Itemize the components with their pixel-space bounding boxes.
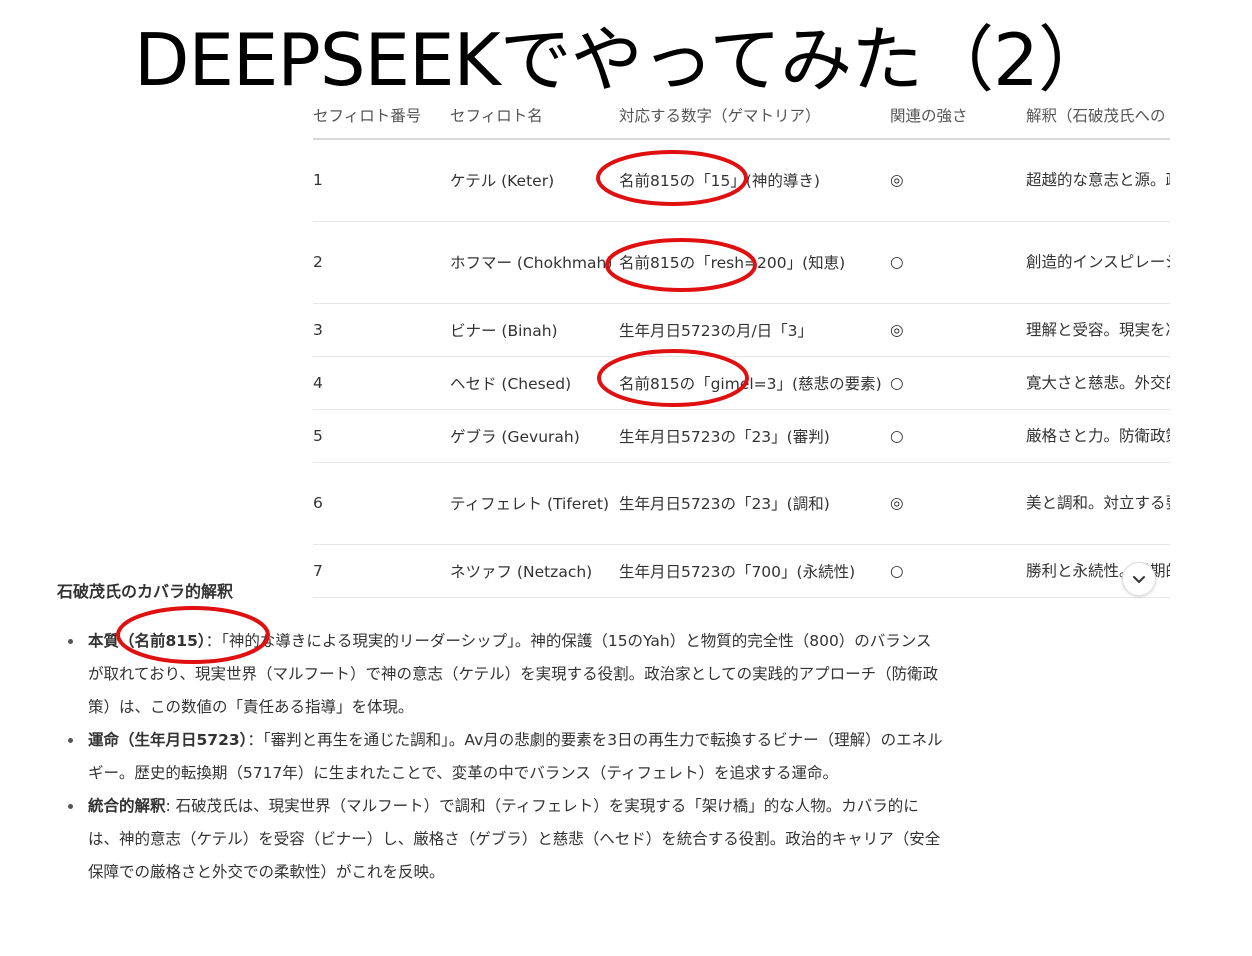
table-row: 1 ケテル (Keter) 名前815の「15」(神的導き) ◎ 超越的な意志と… — [313, 139, 1170, 222]
cell-name: ホフマー (Chokhmah) — [450, 221, 619, 304]
cell-number: 3 — [313, 303, 450, 357]
cell-interpretation: 美と調和。対立する要素を統合する中心的なエネルギー。 — [1026, 462, 1170, 545]
sephirot-table: セフィロト番号 セフィロト名 対応する数字（ゲマトリア） 関連の強さ 解釈（石破… — [313, 92, 1170, 598]
cell-number: 7 — [313, 544, 450, 598]
cell-gematria: 生年月日5723の月/日「3」 — [619, 303, 890, 357]
cell-strength: ○ — [890, 221, 1026, 304]
item-text: ：「神的な導きによる現実的リーダーシップ」。神的保護（15のYah）と物質的完全… — [88, 632, 939, 716]
cell-name: ゲブラ (Gevurah) — [450, 409, 619, 463]
column-header-interpretation: 解釈（石破茂氏への — [1026, 92, 1170, 140]
item-text: : 石破茂氏は、現実世界（マルフート）で調和（ティフェレト）を実現する「架け橋」… — [88, 797, 941, 881]
scroll-down-button[interactable] — [1122, 562, 1156, 596]
item-label: 本質（名前815） — [88, 632, 206, 650]
slide-title: DEEPSEEKでやってみた（2） — [134, 18, 1110, 102]
cell-strength: ○ — [890, 409, 1026, 463]
cell-gematria: 生年月日5723の「700」(永続性) — [619, 544, 890, 598]
column-header-gematria: 対応する数字（ゲマトリア） — [619, 92, 890, 140]
sephirot-table-container[interactable]: セフィロト番号 セフィロト名 対応する数字（ゲマトリア） 関連の強さ 解釈（石破… — [313, 92, 1170, 598]
cell-gematria: 生年月日5723の「23」(審判) — [619, 409, 890, 463]
list-item: 本質（名前815）：「神的な導きによる現実的リーダーシップ」。神的保護（15のY… — [67, 625, 945, 724]
item-label: 統合的解釈 — [88, 797, 166, 815]
cell-strength: ◎ — [890, 303, 1026, 357]
list-item: 運命（生年月日5723）：「審判と再生を通じた調和」。Av月の悲劇的要素を3日の… — [67, 724, 945, 790]
column-header-number: セフィロト番号 — [313, 92, 450, 140]
cell-name: ネツァフ (Netzach) — [450, 544, 619, 598]
cell-strength: ◎ — [890, 139, 1026, 222]
cell-number: 2 — [313, 221, 450, 304]
cell-number: 6 — [313, 462, 450, 545]
cell-strength: ◎ — [890, 462, 1026, 545]
column-header-name: セフィロト名 — [450, 92, 619, 140]
table-header-row: セフィロト番号 セフィロト名 対応する数字（ゲマトリア） 関連の強さ 解釈（石破… — [313, 92, 1170, 140]
cell-name: ティフェレト (Tiferet) — [450, 462, 619, 545]
cell-name: ビナー (Binah) — [450, 303, 619, 357]
cell-interpretation: 寛大さと慈悲。外交的な柔軟さ。 — [1026, 356, 1170, 410]
table-row: 6 ティフェレト (Tiferet) 生年月日5723の「23」(調和) ◎ 美… — [313, 462, 1170, 545]
cell-name: ヘセド (Chesed) — [450, 356, 619, 410]
cell-number: 1 — [313, 139, 450, 222]
cell-gematria: 名前815の「resh=200」(知恵) — [619, 221, 890, 304]
cell-interpretation: 創造的インスピレーション（政策による改革）。 — [1026, 221, 1170, 304]
cell-gematria: 名前815の「gimel=3」(慈悲の要素) — [619, 356, 890, 410]
cell-gematria: 名前815の「15」(神的導き) — [619, 139, 890, 222]
cell-interpretation: 理解と受容。現実を冷静に分析する。 — [1026, 303, 1170, 357]
cell-name: ケテル (Keter) — [450, 139, 619, 222]
table-row: 5 ゲブラ (Gevurah) 生年月日5723の「23」(審判) ○ 厳格さと… — [313, 409, 1170, 463]
table-row: 4 ヘセド (Chesed) 名前815の「gimel=3」(慈悲の要素) ○ … — [313, 356, 1170, 410]
list-item: 統合的解釈: 石破茂氏は、現実世界（マルフート）で調和（ティフェレト）を実現する… — [67, 790, 945, 889]
item-label: 運命（生年月日5723） — [88, 731, 248, 749]
analysis-heading: 石破茂氏のカバラ的解釈 — [57, 582, 234, 601]
chevron-down-icon — [1133, 576, 1145, 583]
interpretation-list: 本質（名前815）：「神的な導きによる現実的リーダーシップ」。神的保護（15のY… — [67, 625, 945, 889]
cell-number: 5 — [313, 409, 450, 463]
column-header-strength: 関連の強さ — [890, 92, 1026, 140]
cell-interpretation: 超越的な意志と源。政治における使命感（政治の神聖化）がある。 — [1026, 139, 1170, 222]
cell-interpretation: 厳格さと力。防衛政策に表れる。 — [1026, 409, 1170, 463]
cell-gematria: 生年月日5723の「23」(調和) — [619, 462, 890, 545]
cell-number: 4 — [313, 356, 450, 410]
cell-strength: ○ — [890, 544, 1026, 598]
table-row: 7 ネツァフ (Netzach) 生年月日5723の「700」(永続性) ○ 勝… — [313, 544, 1170, 598]
table-row: 3 ビナー (Binah) 生年月日5723の月/日「3」 ◎ 理解と受容。現実… — [313, 303, 1170, 357]
cell-strength: ○ — [890, 356, 1026, 410]
table-row: 2 ホフマー (Chokhmah) 名前815の「resh=200」(知恵) ○… — [313, 221, 1170, 304]
